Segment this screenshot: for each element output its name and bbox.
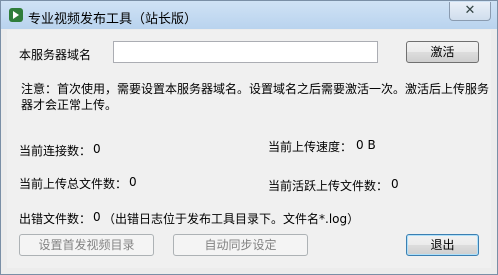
client-area: 本服务器域名 激活 注意：首次使用，需要设置本服务器域名。设置域名之后需要激活一… [7, 30, 491, 268]
notice-text: 注意：首次使用，需要设置本服务器域名。设置域名之后需要激活一次。激活后上传服务器… [21, 82, 490, 112]
set-video-dir-button[interactable]: 设置首发视频目录 [19, 234, 154, 256]
title-bar[interactable]: 专业视频发布工具（站长版） ✕ [1, 1, 497, 29]
connections-label: 当前连接数： [19, 144, 92, 158]
exit-button[interactable]: 退出 [406, 234, 479, 256]
upload-speed-label: 当前上传速度： [268, 140, 353, 154]
active-uploads-label: 当前活跃上传文件数： [268, 179, 389, 193]
errors-value: 0 [93, 210, 101, 224]
errors-note: （出错日志位于发布工具目录下。文件名*.log） [103, 212, 360, 226]
app-icon [9, 8, 23, 22]
total-uploads-label: 当前上传总文件数： [19, 177, 128, 191]
close-button[interactable]: ✕ [449, 2, 491, 21]
upload-speed-value: 0 B [356, 138, 376, 152]
errors-label: 出错文件数： [19, 212, 92, 226]
window-title: 专业视频发布工具（站长版） [28, 12, 198, 27]
domain-input[interactable] [113, 41, 378, 63]
connections-value: 0 [93, 142, 101, 156]
close-icon: ✕ [464, 3, 476, 18]
domain-label: 本服务器域名 [19, 48, 92, 62]
activate-button[interactable]: 激活 [406, 41, 479, 63]
auto-sync-button[interactable]: 自动同步设定 [173, 234, 308, 256]
app-window: 专业视频发布工具（站长版） ✕ 本服务器域名 激活 注意：首次使用，需要设置本服… [0, 0, 498, 275]
active-uploads-value: 0 [391, 177, 399, 191]
total-uploads-value: 0 [129, 175, 137, 189]
